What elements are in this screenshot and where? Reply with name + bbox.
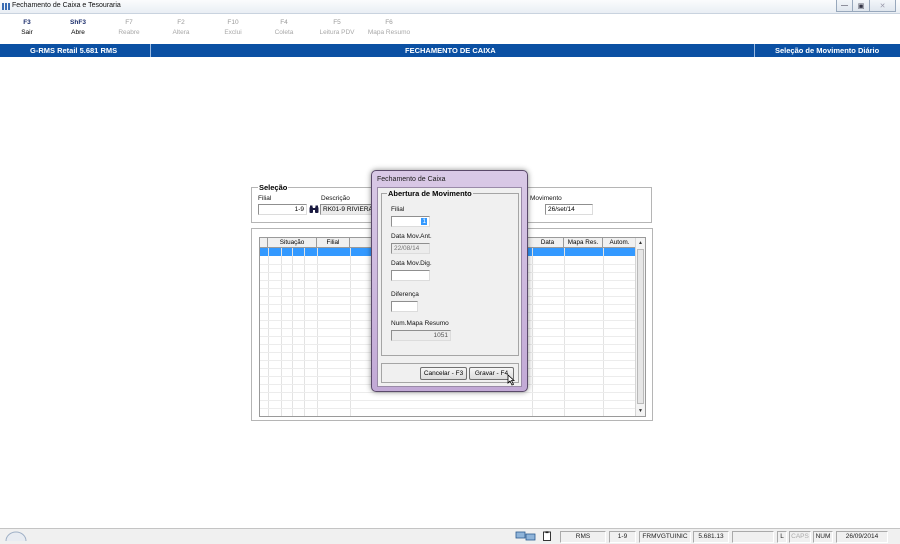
grid-header-data[interactable]: Data bbox=[532, 238, 564, 248]
function-key-toolbar: F3 Sair ShF3 Abre F7 Reabre F2 Altera F1… bbox=[0, 15, 900, 44]
status-version: 5.681.13 bbox=[693, 531, 729, 543]
app-header-bar: G-RMS Retail 5.681 RMS FECHAMENTO DE CAI… bbox=[0, 44, 900, 57]
diferenca-input[interactable] bbox=[391, 301, 418, 312]
toolbar-label: Coleta bbox=[274, 29, 294, 36]
dialog-filial-value: 1 bbox=[421, 218, 427, 225]
grid-row-line bbox=[260, 392, 637, 393]
grid-column-line bbox=[317, 248, 318, 416]
clipboard-icon bbox=[540, 531, 554, 543]
filial-input[interactable]: 1-9 bbox=[258, 204, 307, 215]
data-mov-ant-label: Data Mov.Ant. bbox=[391, 233, 432, 240]
scroll-up-arrow-icon[interactable]: ▲ bbox=[636, 238, 645, 248]
toolbar-button-coleta[interactable]: F4 Coleta bbox=[264, 18, 304, 38]
toolbar-key: F2 bbox=[177, 19, 185, 26]
cancel-button[interactable]: Cancelar - F3 bbox=[420, 367, 467, 380]
status-bar: RMS 1-9 FRMVGTUINIC 5.681.13 L CAPS NUM … bbox=[0, 528, 900, 544]
fechamento-caixa-dialog: Fechamento de Caixa Abertura de Moviment… bbox=[371, 170, 528, 392]
abertura-movimento-group: Abertura de Movimento Filial 1 Data Mov.… bbox=[381, 189, 519, 356]
maximize-icon[interactable]: ▣ bbox=[853, 0, 870, 12]
status-form: FRMVGTUINIC bbox=[639, 531, 691, 543]
toolbar-button-abre[interactable]: ShF3 Abre bbox=[58, 18, 98, 38]
selecao-legend: Seleção bbox=[258, 183, 289, 192]
toolbar-button-leitura-pdv[interactable]: F5 Leitura PDV bbox=[316, 18, 358, 38]
toolbar-label: Reabre bbox=[118, 29, 140, 36]
toolbar-button-mapa-resumo[interactable]: F6 Mapa Resumo bbox=[363, 18, 415, 38]
grid-header-cell bbox=[260, 238, 268, 248]
grid-row-line bbox=[260, 408, 637, 409]
data-mov-dig-input[interactable] bbox=[391, 270, 430, 281]
abertura-legend: Abertura de Movimento bbox=[387, 189, 473, 198]
screen-title: FECHAMENTO DE CAIXA bbox=[405, 46, 496, 55]
dialog-filial-label: Filial bbox=[391, 206, 405, 213]
window-title: Fechamento de Caixa e Tesouraria bbox=[12, 2, 121, 9]
grid-column-line bbox=[292, 248, 293, 416]
movimento-label: Movimento bbox=[530, 195, 562, 202]
scrollbar-thumb[interactable] bbox=[637, 249, 644, 404]
toolbar-button-altera[interactable]: F2 Altera bbox=[161, 18, 201, 38]
toolbar-label: Sair bbox=[21, 29, 33, 36]
app-name: G-RMS Retail 5.681 RMS bbox=[30, 46, 118, 55]
window-titlebar: Fechamento de Caixa e Tesouraria — ▣ ✕ bbox=[0, 0, 900, 14]
network-computers-icon bbox=[514, 531, 538, 543]
status-empty-panel bbox=[732, 531, 774, 543]
num-mapa-resumo-label: Num.Mapa Resumo bbox=[391, 320, 449, 327]
num-mapa-resumo-field: 1051 bbox=[391, 330, 451, 341]
dialog-title: Fechamento de Caixa bbox=[377, 176, 446, 183]
toolbar-key: F5 bbox=[333, 19, 341, 26]
minimize-icon[interactable]: — bbox=[836, 0, 853, 12]
search-binoculars-icon[interactable] bbox=[309, 205, 319, 214]
grid-column-line bbox=[350, 248, 351, 416]
status-l: L bbox=[777, 531, 787, 543]
dialog-client-area: Abertura de Movimento Filial 1 Data Mov.… bbox=[377, 187, 522, 387]
scroll-down-arrow-icon[interactable]: ▼ bbox=[636, 406, 645, 416]
grid-column-line bbox=[532, 248, 533, 416]
close-icon[interactable]: ✕ bbox=[870, 0, 896, 12]
toolbar-key: F4 bbox=[280, 19, 288, 26]
toolbar-label: Abre bbox=[71, 29, 85, 36]
grid-header-autom[interactable]: Autom. bbox=[603, 238, 637, 248]
mouse-cursor-icon bbox=[507, 374, 516, 386]
toolbar-label: Mapa Resumo bbox=[367, 29, 411, 36]
window-controls: — ▣ ✕ bbox=[836, 0, 896, 12]
grid-row-line bbox=[260, 400, 637, 401]
data-mov-dig-label: Data Mov.Dig. bbox=[391, 260, 432, 267]
dialog-button-row: Cancelar - F3 Gravar - F4 bbox=[381, 363, 519, 386]
status-num: NUM bbox=[813, 531, 833, 543]
header-divider bbox=[150, 44, 151, 57]
grid-column-line bbox=[564, 248, 565, 416]
status-filial: 1-9 bbox=[609, 531, 636, 543]
grid-column-line bbox=[603, 248, 604, 416]
toolbar-key: F6 bbox=[385, 19, 393, 26]
status-date: 26/09/2014 bbox=[836, 531, 888, 543]
grid-header-filial[interactable]: Filial bbox=[317, 238, 350, 248]
windows-orb-icon[interactable] bbox=[4, 531, 28, 543]
toolbar-button-exclui[interactable]: F10 Exclui bbox=[213, 18, 253, 38]
descricao-label: Descrição bbox=[321, 195, 350, 202]
toolbar-label: Altera bbox=[172, 29, 190, 36]
movimento-input[interactable]: 26/set/14 bbox=[545, 204, 593, 215]
grid-column-line bbox=[281, 248, 282, 416]
toolbar-key: F3 bbox=[23, 19, 31, 26]
filial-label: Filial bbox=[258, 195, 272, 202]
data-mov-ant-field: 22/08/14 bbox=[391, 243, 430, 254]
grid-header-situacao[interactable]: Situação bbox=[268, 238, 317, 248]
dialog-filial-input[interactable]: 1 bbox=[391, 216, 430, 227]
diferenca-label: Diferença bbox=[391, 291, 419, 298]
grid-column-line bbox=[268, 248, 269, 416]
vertical-scrollbar[interactable]: ▲ ▼ bbox=[635, 238, 645, 416]
toolbar-key: F10 bbox=[227, 19, 239, 26]
toolbar-label: Exclui bbox=[224, 29, 242, 36]
context-title: Seleção de Movimento Diário bbox=[775, 46, 880, 55]
status-user: RMS bbox=[560, 531, 606, 543]
toolbar-key: F7 bbox=[125, 19, 133, 26]
status-caps: CAPS bbox=[789, 531, 811, 543]
toolbar-button-reabre[interactable]: F7 Reabre bbox=[109, 18, 149, 38]
toolbar-button-sair[interactable]: F3 Sair bbox=[7, 18, 47, 38]
toolbar-label: Leitura PDV bbox=[319, 29, 355, 36]
grid-column-line bbox=[304, 248, 305, 416]
grid-header-mapa-res[interactable]: Mapa Res. bbox=[564, 238, 603, 248]
app-icon bbox=[2, 3, 11, 10]
toolbar-key: ShF3 bbox=[70, 19, 86, 26]
header-divider bbox=[754, 44, 755, 57]
